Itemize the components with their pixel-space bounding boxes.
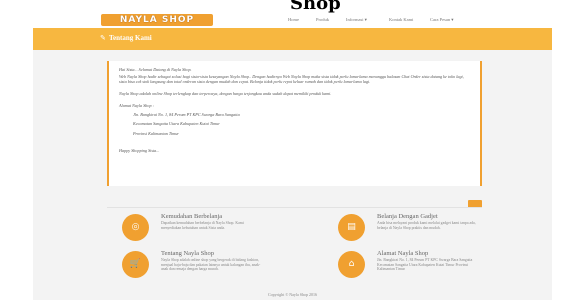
about-card: Hai Sista... Selamat Datang di Nayla Sho… [107,61,482,186]
edit-icon: ✎ [100,34,106,42]
feature-title: Tentang Nayla Shop [161,250,214,257]
nav-home[interactable]: Home [288,17,299,22]
closing-text: Happy Shopping Sista... [119,148,160,153]
home-icon: ⌂ [338,251,365,278]
page-title: Tentang Kami [109,34,152,42]
caption-text: Shop [290,0,341,14]
description-paragraph: Nayla Shop adalah online Shop terlengkap… [119,91,332,96]
nav-cara-pesan[interactable]: Cara Pesan ▾ [430,17,454,23]
address-line: Jln. Bangkirai No. 1, 84 Perum PT KPC Sw… [133,112,240,117]
divider [107,207,482,208]
feature-desc: Dapatkan kemudahan berbelanja di Nayla S… [161,221,244,230]
cart-icon: 🛒 [122,251,149,278]
address-label: Alamat Nayla Shop : [119,103,155,108]
site-logo[interactable]: NAYLA SHOP [101,14,213,26]
feature-title: Belanja Dengan Gadjet [377,213,438,220]
feature-desc: Jln. Bangkirai No. 1, 84 Perum PT KPC Sw… [377,258,473,272]
target-icon: ◎ [122,214,149,241]
nav-informasi[interactable]: Informasi ▾ [346,17,367,23]
browser-viewport: NAYLA SHOP Home Produk Informasi ▾ Konta… [33,13,552,300]
document-icon: ▤ [338,214,365,241]
greeting-text: Hai Sista... Selamat Datang di Nayla Sho… [119,67,192,72]
page-banner: ✎ Tentang Kami [33,28,552,50]
nav-kontak-kami[interactable]: Kontak Kami [389,17,413,22]
feature-desc: Nayla Shop adalah online shop yang berge… [161,258,261,272]
nav-produk[interactable]: Produk [316,17,329,22]
address-line: Kecamatan Sangatta Utara Kabupaten Kutai… [133,121,220,126]
intro-paragraph: Web Nayla Shop hadir sebagai solusi bagi… [119,74,464,84]
top-navbar: NAYLA SHOP Home Produk Informasi ▾ Konta… [33,13,552,28]
feature-desc: Anda bisa melayani produk kami melalui g… [377,221,476,230]
feature-title: Kemudahan Berbelanja [161,213,223,220]
address-line: Provinsi Kalimantan Timur [133,131,179,136]
feature-title: Alamat Nayla Shop [377,250,429,257]
copyright-text: Copyright © Nayla Shop 2016 [267,292,318,297]
caption-bar: Shop [0,0,585,14]
